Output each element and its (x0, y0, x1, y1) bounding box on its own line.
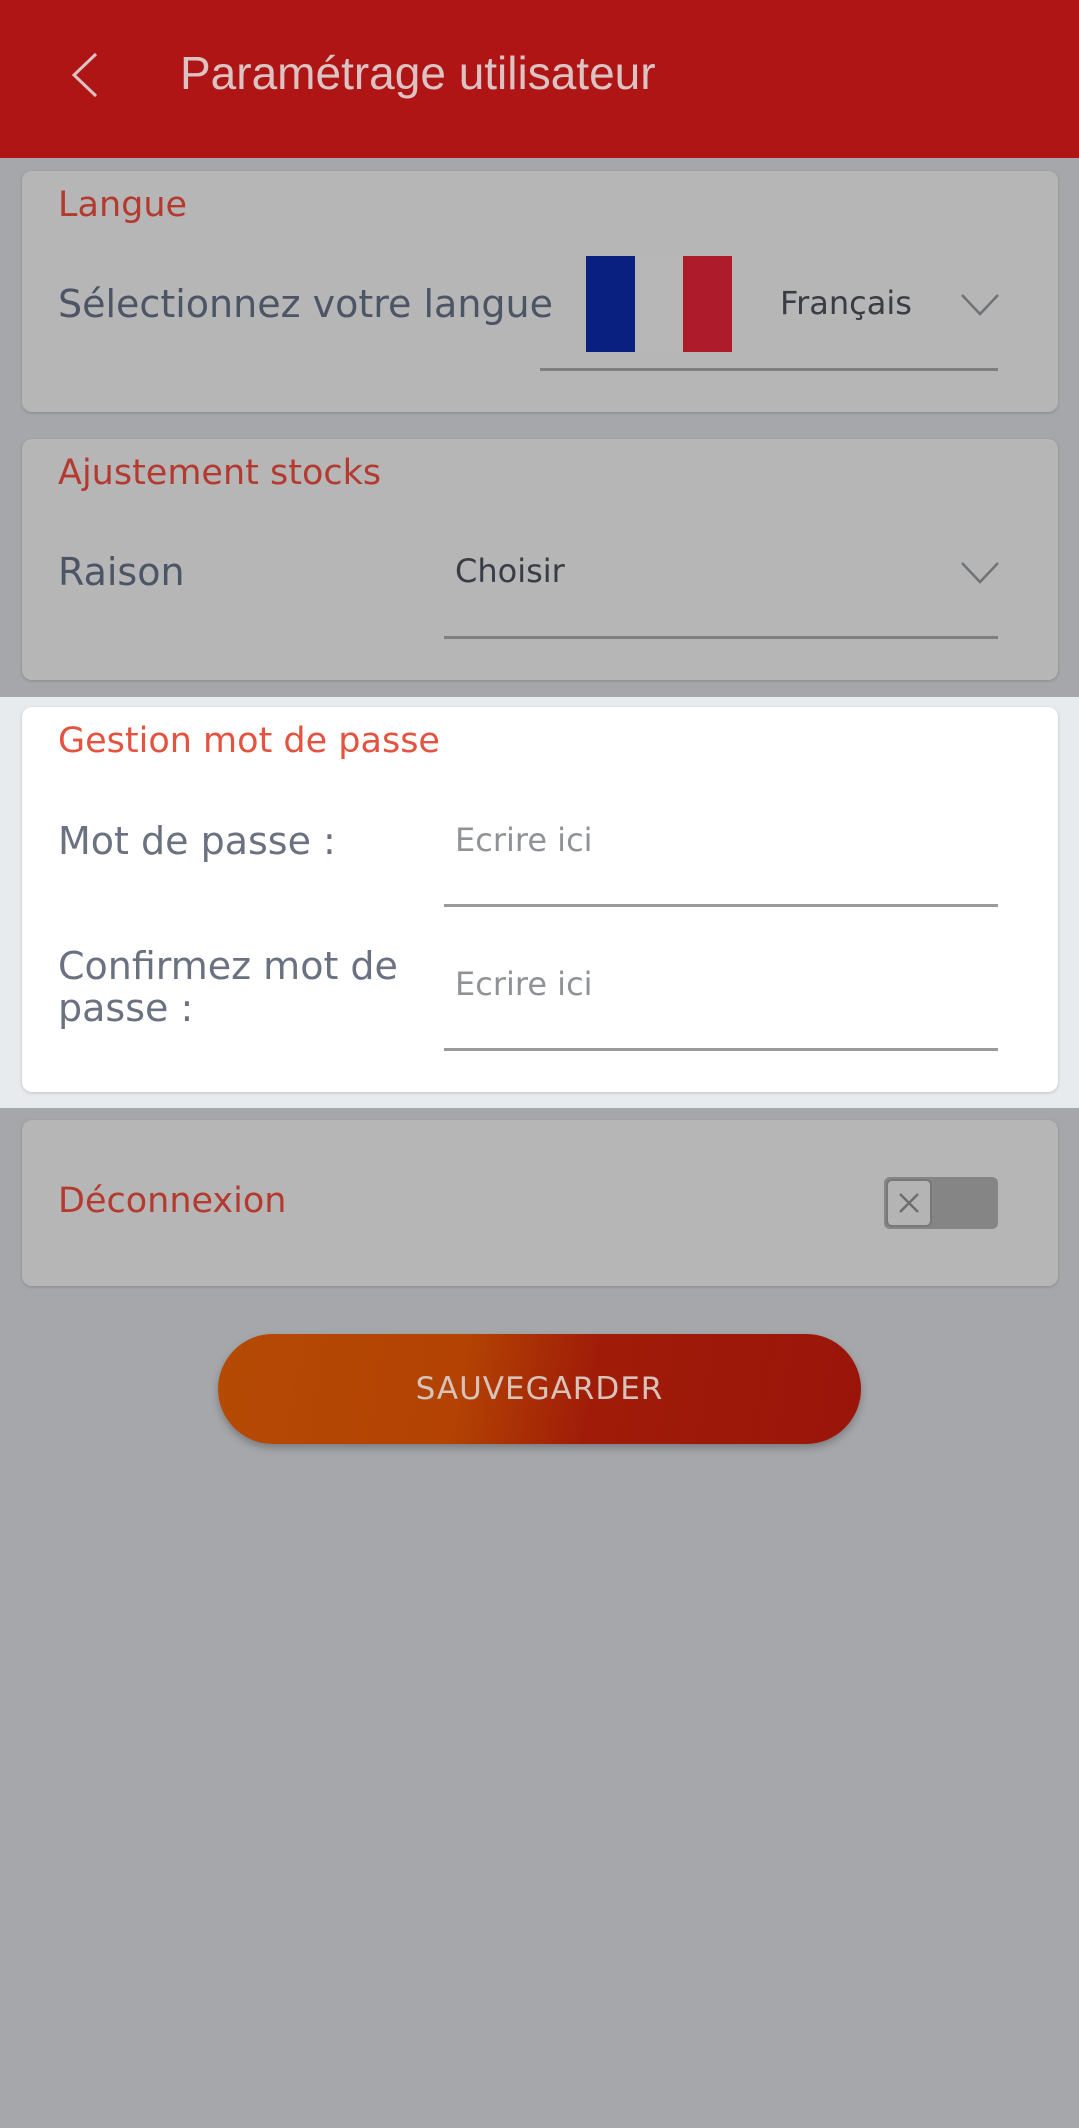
page-title: Paramétrage utilisateur (180, 47, 656, 99)
password-section-title: Gestion mot de passe (58, 721, 440, 761)
password-input-underline (444, 904, 998, 907)
chevron-down-icon (961, 562, 999, 584)
confirm-password-label-line2: passe : (58, 986, 194, 1030)
password-label: Mot de passe : (58, 819, 336, 863)
save-button-label: SAUVEGARDER (415, 1371, 664, 1407)
stock-adjustment-card: Ajustement stocks Raison Choisir (22, 439, 1058, 680)
save-button[interactable]: SAUVEGARDER (218, 1334, 861, 1444)
confirm-password-label: Confirmez mot de passe : (58, 945, 398, 1029)
back-arrow-icon[interactable] (68, 50, 102, 100)
reason-label: Raison (58, 550, 185, 594)
password-card: Gestion mot de passe Mot de passe : Ecri… (22, 707, 1058, 1092)
app-header: Paramétrage utilisateur (0, 0, 1079, 158)
stock-section-title: Ajustement stocks (58, 453, 382, 493)
language-select-underline (540, 368, 998, 371)
logout-label: Déconnexion (58, 1181, 287, 1221)
logout-toggle[interactable] (884, 1177, 998, 1229)
reason-select-underline (444, 636, 998, 639)
toggle-knob (886, 1179, 932, 1227)
language-section-title: Langue (58, 185, 188, 225)
confirm-password-input-underline (444, 1048, 998, 1051)
language-label: Sélectionnez votre langue (58, 282, 554, 326)
confirm-password-label-line1: Confirmez mot de (58, 944, 398, 988)
logout-card: Déconnexion (22, 1120, 1058, 1286)
chevron-down-icon (961, 294, 999, 316)
close-icon (899, 1193, 919, 1213)
confirm-password-placeholder: Ecrire ici (455, 965, 593, 1003)
reason-value: Choisir (455, 552, 565, 590)
language-card: Langue Sélectionnez votre langue Françai… (22, 171, 1058, 412)
language-value: Français (780, 284, 912, 322)
french-flag-icon (586, 256, 732, 352)
password-placeholder: Ecrire ici (455, 821, 593, 859)
